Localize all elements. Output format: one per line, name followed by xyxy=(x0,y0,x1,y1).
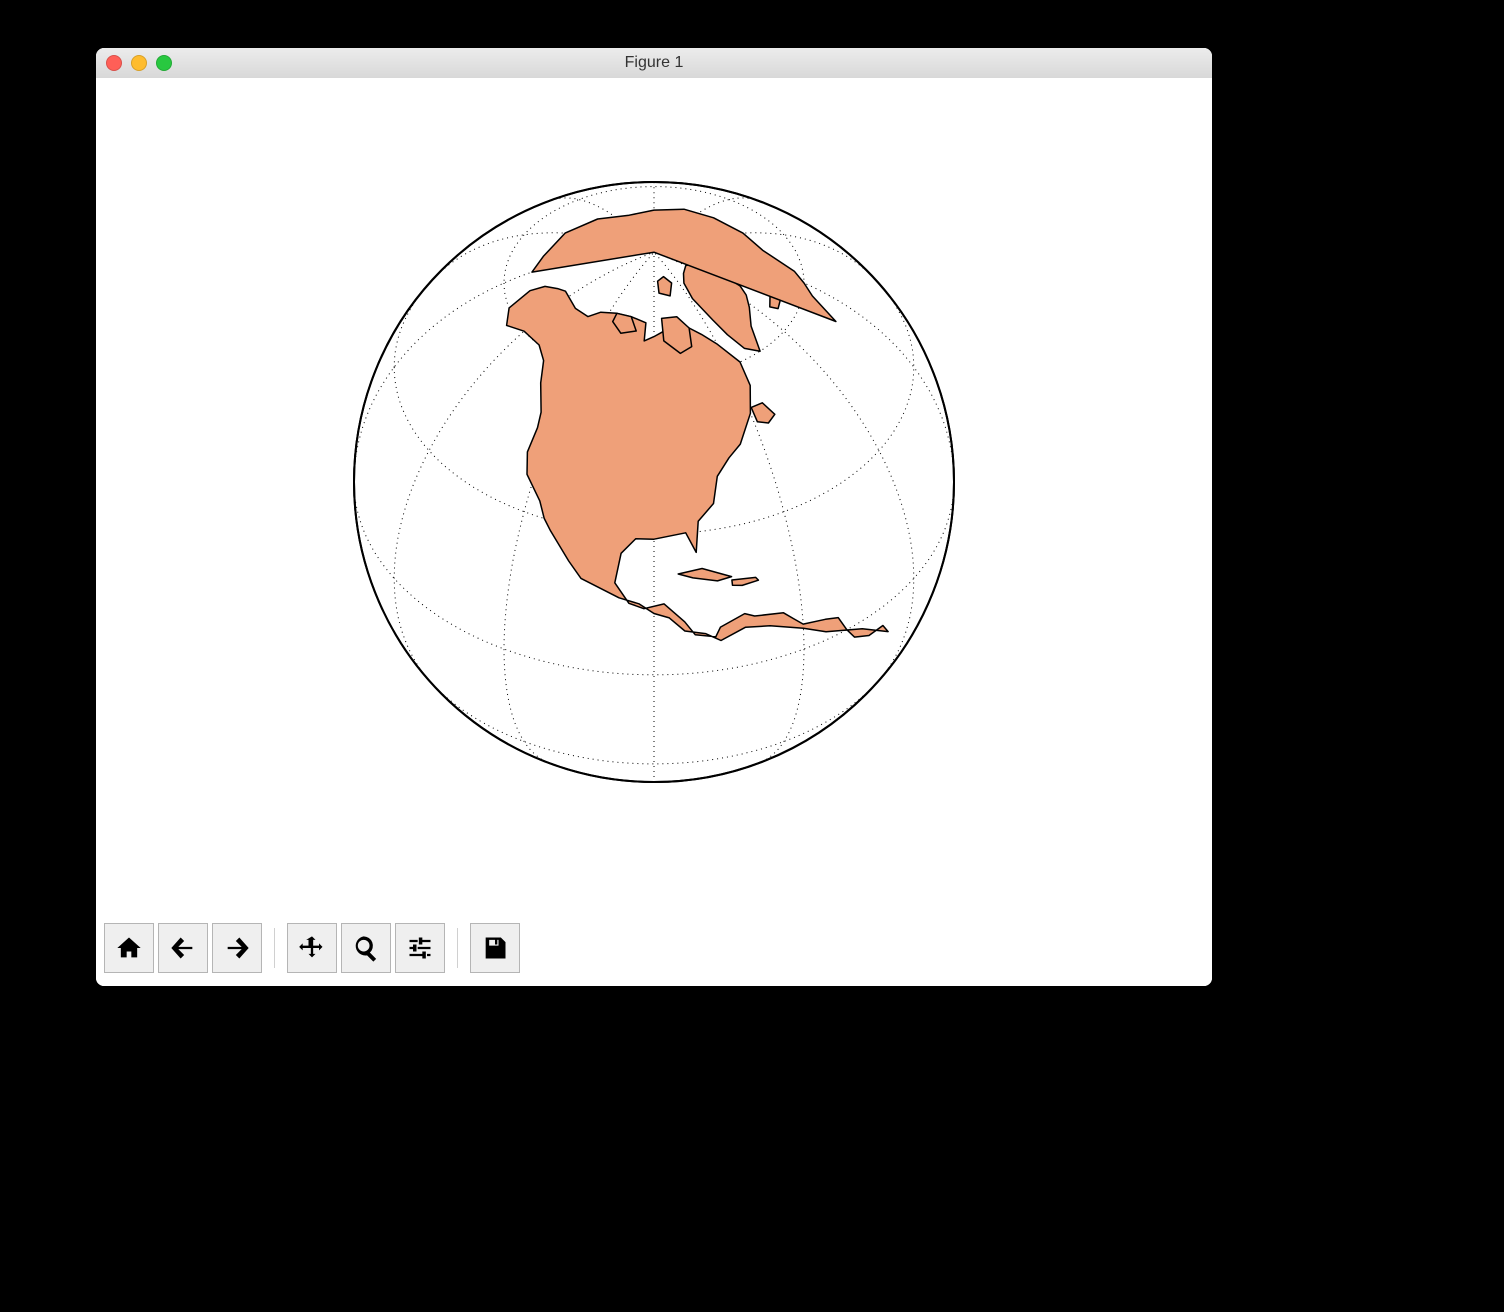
back-button[interactable] xyxy=(158,923,208,973)
arrow-right-icon xyxy=(223,934,251,962)
configure-button[interactable] xyxy=(395,923,445,973)
sliders-icon xyxy=(406,934,434,962)
forward-button[interactable] xyxy=(212,923,262,973)
zoom-button[interactable] xyxy=(341,923,391,973)
pan-button[interactable] xyxy=(287,923,337,973)
figure-window: Figure 1 xyxy=(96,48,1212,986)
titlebar[interactable]: Figure 1 xyxy=(96,48,1212,79)
close-icon[interactable] xyxy=(106,55,122,71)
zoom-icon[interactable] xyxy=(156,55,172,71)
move-icon xyxy=(298,934,326,962)
minimize-icon[interactable] xyxy=(131,55,147,71)
globe-map xyxy=(96,78,1212,898)
nav-toolbar xyxy=(96,910,1212,986)
home-button[interactable] xyxy=(104,923,154,973)
search-icon xyxy=(352,934,380,962)
arrow-left-icon xyxy=(169,934,197,962)
toolbar-separator xyxy=(457,928,458,968)
toolbar-separator xyxy=(274,928,275,968)
home-icon xyxy=(115,934,143,962)
window-title: Figure 1 xyxy=(625,54,684,72)
save-icon xyxy=(481,934,509,962)
save-button[interactable] xyxy=(470,923,520,973)
window-controls xyxy=(106,55,172,71)
plot-canvas[interactable] xyxy=(96,78,1212,910)
